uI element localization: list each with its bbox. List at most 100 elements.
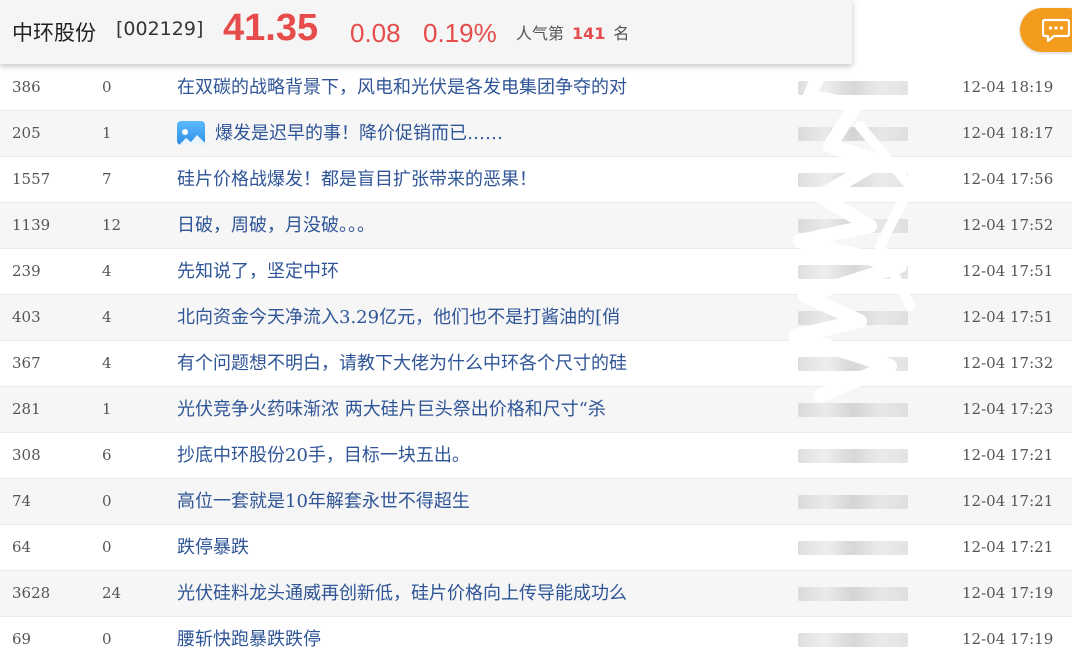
post-row[interactable]: 69 0 腰斩快跑暴跌跌停 12-04 17:19 (0, 617, 1072, 649)
stock-name[interactable]: 中环股份 (12, 17, 96, 47)
author-name-redacted[interactable] (798, 111, 948, 156)
post-title-link[interactable]: 光伏硅料龙头通威再创新低，硅片价格向上传导能成功么 (177, 571, 627, 616)
read-count: 3628 (12, 584, 51, 602)
post-title-link[interactable]: 有个问题想不明白，请教下大佬为什么中环各个尺寸的硅 (177, 341, 627, 386)
read-count: 1557 (12, 170, 51, 188)
post-time: 12-04 18:19 (962, 78, 1054, 96)
post-time: 12-04 17:52 (962, 216, 1054, 234)
post-row[interactable]: 1557 7 硅片价格战爆发！都是盲目扩张带来的恶果！ 12-04 17:56 (0, 157, 1072, 203)
post-title-text: 日破，周破，月没破。。。 (177, 215, 375, 236)
read-count: 281 (12, 400, 41, 418)
post-title-link[interactable]: 光伏竞争火药味渐浓 两大硅片巨头祭出价格和尺寸“杀 (177, 387, 606, 432)
redacted-author-block (798, 265, 908, 279)
post-time: 12-04 17:32 (962, 354, 1054, 372)
post-row[interactable]: 281 1 光伏竞争火药味渐浓 两大硅片巨头祭出价格和尺寸“杀 12-04 17:23 (0, 387, 1072, 433)
reply-count: 4 (102, 262, 112, 280)
redacted-author-block (798, 219, 908, 233)
popularity-rank: 人气第 141 名 (516, 20, 629, 44)
author-name-redacted[interactable] (798, 479, 948, 524)
author-name-redacted[interactable] (798, 433, 948, 478)
post-title-text: 先知说了，坚定中环 (177, 261, 339, 282)
post-title-link[interactable]: 爆发是迟早的事！降价促销而已…… (177, 111, 503, 156)
chat-button[interactable] (1020, 8, 1072, 52)
author-name-redacted[interactable] (798, 341, 948, 386)
read-count: 239 (12, 262, 41, 280)
stock-code: [002129] (116, 18, 204, 40)
post-row[interactable]: 64 0 跌停暴跌 12-04 17:21 (0, 525, 1072, 571)
post-row[interactable]: 74 0 高位一套就是10年解套永世不得超生 12-04 17:21 (0, 479, 1072, 525)
stock-change: 0.08 (350, 18, 401, 48)
post-time: 12-04 17:56 (962, 170, 1054, 188)
redacted-author-block (798, 633, 908, 647)
author-name-redacted[interactable] (798, 203, 948, 248)
stock-change-percent: 0.19% (423, 18, 497, 48)
stock-price: 41.35 (223, 7, 319, 49)
post-row[interactable]: 239 4 先知说了，坚定中环 12-04 17:51 (0, 249, 1072, 295)
redacted-author-block (798, 81, 908, 95)
author-name-redacted[interactable] (798, 65, 948, 110)
reply-count: 6 (102, 446, 112, 464)
read-count: 367 (12, 354, 41, 372)
post-title-link[interactable]: 在双碳的战略背景下，风电和光伏是各发电集团争夺的对 (177, 65, 627, 110)
post-title-link[interactable]: 硅片价格战爆发！都是盲目扩张带来的恶果！ (177, 157, 537, 202)
chat-bubble-icon (1042, 18, 1070, 42)
post-row[interactable]: 205 1 爆发是迟早的事！降价促销而已…… 12-04 18:17 (0, 111, 1072, 157)
read-count: 74 (12, 492, 32, 510)
post-time: 12-04 17:51 (962, 262, 1054, 280)
redacted-author-block (798, 449, 908, 463)
post-title-text: 跌停暴跌 (177, 537, 249, 558)
popularity-rank-number: 141 (572, 24, 606, 43)
author-name-redacted[interactable] (798, 525, 948, 570)
post-title-link[interactable]: 北向资金今天净流入3.29亿元，他们也不是打酱油的[俏 (177, 295, 620, 340)
author-name-redacted[interactable] (798, 387, 948, 432)
read-count: 69 (12, 630, 32, 648)
post-title-text: 有个问题想不明白，请教下大佬为什么中环各个尺寸的硅 (177, 353, 627, 374)
redacted-author-block (798, 495, 908, 509)
author-name-redacted[interactable] (798, 157, 948, 202)
post-title-link[interactable]: 跌停暴跌 (177, 525, 249, 570)
redacted-author-block (798, 587, 908, 601)
post-list: 386 0 在双碳的战略背景下，风电和光伏是各发电集团争夺的对 12-04 18:19… (0, 65, 1072, 649)
post-title-text: 抄底中环股份20手，目标一块五出。 (177, 445, 470, 466)
popularity-suffix: 名 (613, 24, 630, 43)
redacted-author-block (798, 173, 908, 187)
post-title-text: 高位一套就是10年解套永世不得超生 (177, 491, 470, 512)
post-title-link[interactable]: 腰斩快跑暴跌跌停 (177, 617, 321, 649)
popularity-prefix: 人气第 (516, 24, 565, 43)
post-time: 12-04 17:21 (962, 538, 1054, 556)
post-time: 12-04 17:23 (962, 400, 1054, 418)
author-name-redacted[interactable] (798, 249, 948, 294)
post-row[interactable]: 308 6 抄底中环股份20手，目标一块五出。 12-04 17:21 (0, 433, 1072, 479)
stock-header: 中环股份 [002129] 41.35 0.08 0.19% 人气第 141 名 (0, 0, 852, 64)
reply-count: 12 (102, 216, 122, 234)
post-time: 12-04 17:21 (962, 446, 1054, 464)
reply-count: 0 (102, 78, 112, 96)
post-title-text: 硅片价格战爆发！都是盲目扩张带来的恶果！ (177, 169, 537, 190)
reply-count: 1 (102, 400, 112, 418)
redacted-author-block (798, 127, 908, 141)
reply-count: 24 (102, 584, 122, 602)
post-title-text: 腰斩快跑暴跌跌停 (177, 629, 321, 649)
redacted-author-block (798, 403, 908, 417)
post-time: 12-04 18:17 (962, 124, 1054, 142)
author-name-redacted[interactable] (798, 571, 948, 616)
post-row[interactable]: 386 0 在双碳的战略背景下，风电和光伏是各发电集团争夺的对 12-04 18:19 (0, 65, 1072, 111)
post-row[interactable]: 367 4 有个问题想不明白，请教下大佬为什么中环各个尺寸的硅 12-04 17:32 (0, 341, 1072, 387)
post-title-text: 光伏竞争火药味渐浓 两大硅片巨头祭出价格和尺寸“杀 (177, 399, 606, 420)
reply-count: 1 (102, 124, 112, 142)
post-row[interactable]: 403 4 北向资金今天净流入3.29亿元，他们也不是打酱油的[俏 12-04 17:… (0, 295, 1072, 341)
post-title-link[interactable]: 高位一套就是10年解套永世不得超生 (177, 479, 470, 524)
author-name-redacted[interactable] (798, 617, 948, 649)
author-name-redacted[interactable] (798, 295, 948, 340)
post-title-link[interactable]: 先知说了，坚定中环 (177, 249, 339, 294)
post-row[interactable]: 1139 12 日破，周破，月没破。。。 12-04 17:52 (0, 203, 1072, 249)
reply-count: 0 (102, 630, 112, 648)
read-count: 386 (12, 78, 41, 96)
post-title-text: 北向资金今天净流入3.29亿元，他们也不是打酱油的[俏 (177, 307, 621, 328)
reply-count: 4 (102, 354, 112, 372)
post-title-link[interactable]: 日破，周破，月没破。。。 (177, 203, 375, 248)
reply-count: 7 (102, 170, 112, 188)
post-row[interactable]: 3628 24 光伏硅料龙头通威再创新低，硅片价格向上传导能成功么 12-04 17:… (0, 571, 1072, 617)
post-title-link[interactable]: 抄底中环股份20手，目标一块五出。 (177, 433, 470, 478)
read-count: 64 (12, 538, 32, 556)
